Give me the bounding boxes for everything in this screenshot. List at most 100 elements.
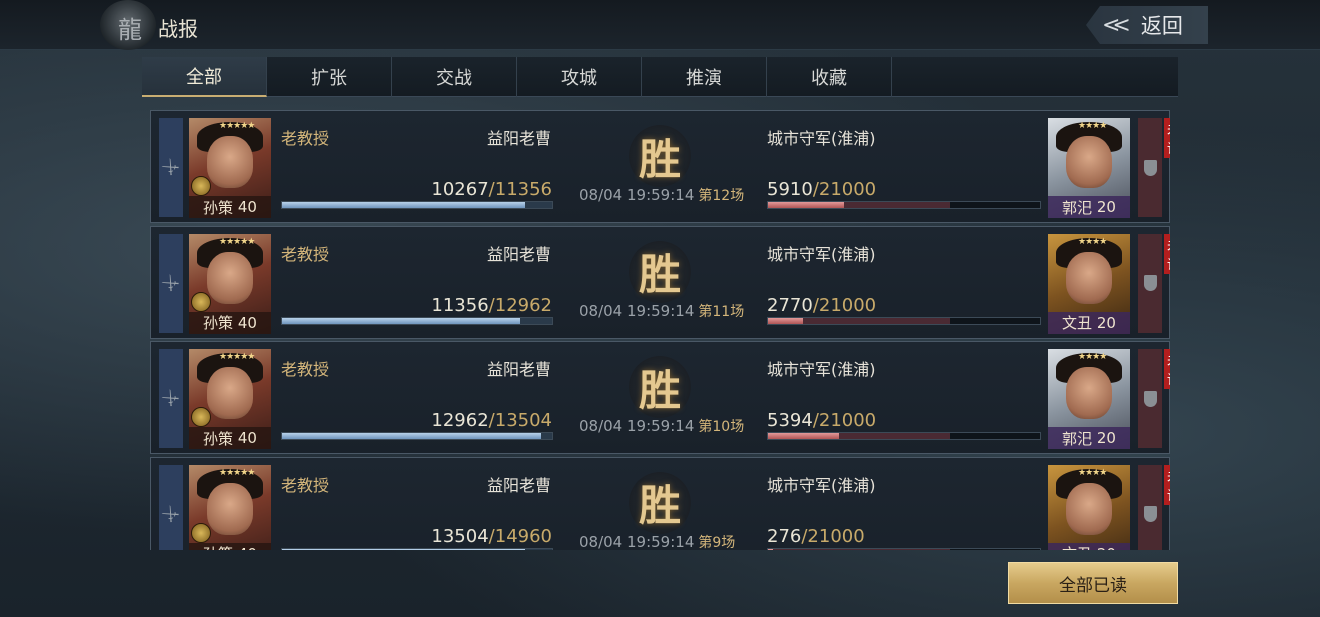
sword-icon: ⚔ bbox=[157, 154, 185, 181]
defense-side-marker bbox=[1138, 233, 1162, 333]
attacker-user: 老教授 bbox=[281, 244, 330, 264]
battle-round: 第11场 bbox=[698, 303, 745, 320]
report-row[interactable]: ⚔ ★★★★★ 孙策 40 老教授 益阳老曹 12962/13504 胜 08/… bbox=[150, 341, 1170, 454]
enemy-portrait[interactable]: ★★★★ 郭汜 20 bbox=[1048, 118, 1130, 218]
attacker-user: 老教授 bbox=[281, 129, 330, 148]
report-row[interactable]: ⚔ ★★★★★ 孙策 40 老教授 益阳老曹 11356/12962 胜 08/… bbox=[150, 225, 1170, 339]
result-badge: 胜 bbox=[629, 356, 691, 418]
attacker-troop-fill bbox=[282, 202, 525, 208]
attack-side-marker: ⚔ bbox=[157, 233, 185, 333]
defender-troops: 5394/21000 bbox=[767, 410, 877, 431]
tab-1[interactable]: 扩张 bbox=[267, 57, 392, 97]
defense-side-marker bbox=[1138, 349, 1162, 448]
read-all-button[interactable]: 全部已读 bbox=[1008, 562, 1178, 604]
hero-name-level: 孙策 40 bbox=[189, 542, 271, 550]
result-badge: 胜 bbox=[629, 240, 691, 303]
report-list[interactable]: ⚔ ★★★★★ 孙策 40 老教授 益阳老曹 10267/11356 胜 08/… bbox=[150, 110, 1170, 550]
battle-time: 08/04 19:59:14 第10场 bbox=[579, 417, 745, 435]
enemy-name-level: 文丑 20 bbox=[1048, 311, 1130, 334]
hero-portrait[interactable]: ★★★★★ 孙策 40 bbox=[189, 349, 271, 449]
battle-time: 08/04 19:59:14 第9场 bbox=[579, 532, 736, 551]
attacker-troop-bar bbox=[281, 547, 553, 550]
tab-5[interactable]: 收藏 bbox=[767, 57, 892, 97]
unread-badge: 未读 bbox=[1164, 118, 1170, 158]
tab-0[interactable]: 全部 bbox=[142, 57, 267, 97]
hero-name-level: 孙策 40 bbox=[189, 196, 271, 218]
defender-name: 城市守军(淮浦) bbox=[767, 129, 876, 148]
shield-icon bbox=[1143, 275, 1157, 291]
sword-icon: ⚔ bbox=[157, 500, 185, 528]
attacker-troop-bar bbox=[281, 201, 553, 209]
attack-side-marker: ⚔ bbox=[157, 464, 185, 550]
attacker-troops: 11356/12962 bbox=[431, 294, 552, 316]
defender-name: 城市守军(淮浦) bbox=[767, 360, 876, 379]
unread-badge: 未读 bbox=[1164, 233, 1170, 274]
attacker-city: 益阳老曹 bbox=[487, 129, 552, 148]
attacker-user: 老教授 bbox=[281, 360, 330, 379]
hero-name-level: 孙策 40 bbox=[189, 427, 271, 449]
page-title: 战报 bbox=[158, 17, 198, 41]
top-bar: 龍 战报 << 返回 bbox=[0, 0, 1320, 50]
shield-icon bbox=[1143, 506, 1157, 522]
hero-name-level: 孙策 40 bbox=[189, 311, 271, 334]
defender-name: 城市守军(淮浦) bbox=[767, 475, 876, 495]
battle-round: 第9场 bbox=[698, 534, 736, 551]
attacker-troop-bar bbox=[281, 316, 553, 325]
enemy-portrait[interactable]: ★★★★ 郭汜 20 bbox=[1048, 349, 1130, 449]
enemy-name-level: 郭汜 20 bbox=[1048, 427, 1130, 449]
shield-icon bbox=[1143, 390, 1157, 407]
result-badge: 胜 bbox=[629, 471, 691, 534]
tab-3[interactable]: 攻城 bbox=[517, 57, 642, 97]
battle-round: 第10场 bbox=[698, 419, 745, 435]
defender-troops: 2770/21000 bbox=[767, 294, 877, 316]
back-button[interactable]: << 返回 bbox=[1086, 6, 1208, 44]
enemy-name-level: 郭汜 20 bbox=[1048, 196, 1130, 218]
hero-badge-icon bbox=[191, 291, 211, 312]
attack-side-marker: ⚔ bbox=[157, 349, 185, 448]
hero-portrait[interactable]: ★★★★★ 孙策 40 bbox=[189, 464, 271, 550]
unread-badge: 未读 bbox=[1164, 464, 1170, 505]
report-row[interactable]: ⚔ ★★★★★ 孙策 40 老教授 益阳老曹 10267/11356 胜 08/… bbox=[150, 110, 1170, 223]
defender-troop-bar bbox=[767, 432, 1041, 440]
hero-stars: ★★★★★ bbox=[219, 121, 255, 131]
enemy-portrait[interactable]: ★★★★ 文丑 20 bbox=[1048, 464, 1130, 550]
enemy-name-level: 文丑 20 bbox=[1048, 542, 1130, 550]
tab-bar: 全部 扩张 交战 攻城 推演 收藏 bbox=[142, 57, 1178, 97]
defender-troop-bar bbox=[767, 201, 1041, 209]
defender-troop-bar bbox=[767, 547, 1041, 550]
back-label: 返回 bbox=[1140, 14, 1183, 38]
shield-icon bbox=[1143, 159, 1157, 176]
enemy-stars: ★★★★ bbox=[1078, 352, 1107, 362]
tab-2[interactable]: 交战 bbox=[392, 57, 517, 97]
hero-portrait[interactable]: ★★★★★ 孙策 40 bbox=[189, 118, 271, 218]
enemy-stars: ★★★★ bbox=[1078, 467, 1107, 478]
hero-badge-icon bbox=[191, 407, 211, 427]
enemy-portrait[interactable]: ★★★★ 文丑 20 bbox=[1048, 233, 1130, 334]
defender-troop-fill bbox=[768, 548, 774, 550]
report-row[interactable]: ⚔ ★★★★★ 孙策 40 老教授 益阳老曹 13504/14960 胜 08/… bbox=[150, 456, 1170, 551]
hero-portrait[interactable]: ★★★★★ 孙策 40 bbox=[189, 233, 271, 334]
defender-name: 城市守军(淮浦) bbox=[767, 244, 876, 264]
defender-troop-fill bbox=[768, 317, 804, 324]
attacker-troops: 13504/14960 bbox=[431, 525, 552, 547]
hero-stars: ★★★★★ bbox=[219, 236, 255, 247]
defender-troops: 276/21000 bbox=[767, 525, 865, 547]
defender-troop-bar bbox=[767, 316, 1041, 325]
defense-side-marker bbox=[1138, 464, 1162, 550]
attacker-troop-fill bbox=[282, 433, 542, 439]
sword-icon: ⚔ bbox=[157, 385, 185, 412]
attacker-city: 益阳老曹 bbox=[487, 475, 552, 495]
attack-side-marker: ⚔ bbox=[157, 118, 185, 217]
enemy-stars: ★★★★ bbox=[1078, 236, 1107, 247]
defense-side-marker bbox=[1138, 118, 1162, 217]
attacker-city: 益阳老曹 bbox=[487, 244, 552, 264]
defender-troop-fill bbox=[768, 202, 845, 208]
battle-round: 第12场 bbox=[698, 188, 745, 204]
tab-4[interactable]: 推演 bbox=[642, 57, 767, 97]
enemy-stars: ★★★★ bbox=[1078, 121, 1107, 131]
hero-badge-icon bbox=[191, 522, 211, 543]
unread-badge: 未读 bbox=[1164, 349, 1170, 389]
battle-time: 08/04 19:59:14 第11场 bbox=[579, 301, 745, 320]
attacker-troops: 10267/11356 bbox=[431, 179, 552, 200]
sword-icon: ⚔ bbox=[157, 269, 185, 297]
